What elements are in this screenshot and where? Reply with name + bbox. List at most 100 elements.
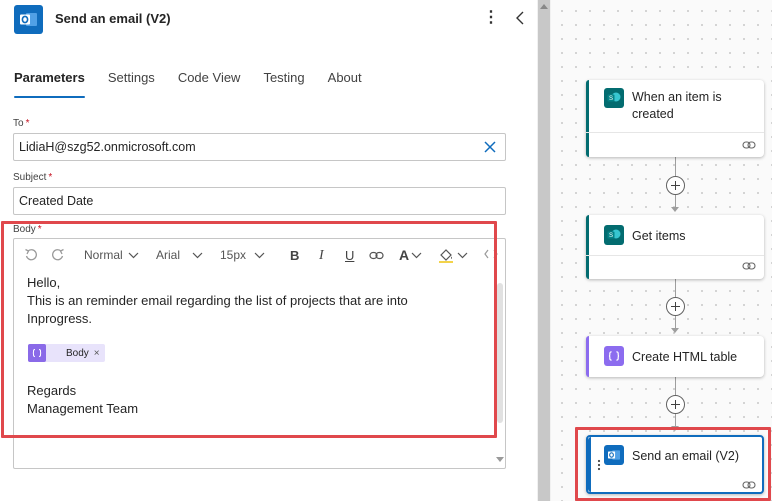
subject-field[interactable]: Created Date xyxy=(13,187,506,215)
editor-scroll-thumb[interactable] xyxy=(497,283,503,423)
subject-label: Subject * xyxy=(13,172,52,183)
link-icon xyxy=(742,262,756,270)
body-label: Body * xyxy=(13,224,42,235)
data-operation-icon xyxy=(604,346,624,366)
tab-parameters[interactable]: Parameters xyxy=(14,70,85,98)
arrow-down-icon xyxy=(671,328,679,333)
tab-about[interactable]: About xyxy=(328,70,362,98)
paint-bucket-icon xyxy=(439,249,453,263)
link-icon xyxy=(369,251,384,260)
redo-icon xyxy=(52,248,64,261)
panel-header: Send an email (V2) ⋮ xyxy=(0,0,537,40)
body-label-text: Body xyxy=(13,224,36,235)
font-size-value: 15px xyxy=(220,248,247,262)
required-mark: * xyxy=(37,224,42,235)
flow-card-send-an-email[interactable]: Send an email (V2) xyxy=(586,435,764,494)
outlook-icon xyxy=(604,445,624,465)
card-title: Get items xyxy=(632,229,686,243)
add-step-button[interactable] xyxy=(666,395,685,414)
card-title: Send an email (V2) xyxy=(632,449,740,463)
collapse-panel-button[interactable] xyxy=(512,8,528,28)
code-view-toggle[interactable] xyxy=(484,249,498,259)
font-family-dropdown[interactable]: Arial xyxy=(156,248,203,262)
chevron-left-icon xyxy=(516,11,524,25)
font-color-dropdown[interactable]: A xyxy=(399,247,422,263)
panel-tabs: Parameters Settings Code View Testing Ab… xyxy=(14,70,385,98)
card-accent xyxy=(588,437,591,492)
editor-line: This is an reminder email regarding the … xyxy=(27,293,408,308)
arrow-down-icon xyxy=(671,207,679,212)
to-field[interactable]: LidiaH@szg52.onmicrosoft.com xyxy=(13,133,506,161)
body-editor[interactable]: Normal Arial 15px B I U A Hello, This is… xyxy=(13,238,506,469)
token-remove-button[interactable]: × xyxy=(94,348,100,359)
add-step-button[interactable] xyxy=(666,297,685,316)
editor-scrollbar[interactable] xyxy=(496,279,504,468)
highlight-color-dropdown[interactable] xyxy=(438,247,468,263)
dynamic-content-token[interactable]: Body × xyxy=(28,344,105,362)
editor-toolbar: Normal Arial 15px B I U A xyxy=(14,239,505,273)
tab-settings[interactable]: Settings xyxy=(108,70,155,98)
underline-button[interactable]: U xyxy=(345,248,354,263)
connector-line xyxy=(675,377,676,396)
scroll-down-arrow-icon[interactable] xyxy=(496,457,504,462)
svg-text:S: S xyxy=(609,233,613,239)
subject-label-text: Subject xyxy=(13,172,47,183)
bold-button[interactable]: B xyxy=(290,248,299,263)
insert-link-button[interactable] xyxy=(369,251,384,260)
redo-button[interactable] xyxy=(51,248,65,262)
drag-handle-icon[interactable] xyxy=(597,459,601,471)
text-style-dropdown[interactable]: Normal xyxy=(84,248,139,262)
chevron-down-icon xyxy=(457,252,468,258)
editor-line: Inprogress. xyxy=(27,311,93,326)
to-field-value: LidiaH@szg52.onmicrosoft.com xyxy=(19,140,196,154)
outlook-icon xyxy=(14,5,43,34)
panel-scrollbar[interactable] xyxy=(537,0,551,501)
text-style-value: Normal xyxy=(84,248,123,262)
arrow-down-icon xyxy=(671,426,679,431)
undo-icon xyxy=(25,248,37,261)
editor-content: Hello, This is an reminder email regardi… xyxy=(27,274,408,328)
editor-line: Management Team xyxy=(27,401,139,416)
svg-text:S: S xyxy=(609,96,613,102)
required-mark: * xyxy=(25,118,30,129)
flow-card-create-html-table[interactable]: Create HTML table xyxy=(586,336,764,377)
flow-card-get-items[interactable]: S Get items xyxy=(586,215,764,279)
font-size-dropdown[interactable]: 15px xyxy=(220,248,265,262)
tab-testing[interactable]: Testing xyxy=(263,70,304,98)
sharepoint-icon: S xyxy=(604,225,624,245)
code-icon xyxy=(484,249,498,259)
panel-title: Send an email (V2) xyxy=(55,11,171,26)
to-label-text: To xyxy=(13,118,24,129)
card-title: When an item is created xyxy=(632,90,722,121)
flow-card-when-an-item-is-created[interactable]: S When an item is created xyxy=(586,80,764,157)
chevron-down-icon xyxy=(128,252,139,258)
to-label: To * xyxy=(13,118,29,129)
editor-line: Hello, xyxy=(27,275,61,290)
card-divider xyxy=(586,255,764,256)
link-icon xyxy=(742,141,756,149)
required-mark: * xyxy=(48,172,53,183)
undo-button[interactable] xyxy=(24,248,38,262)
scroll-up-arrow-icon[interactable] xyxy=(540,4,548,9)
panel-scroll-thumb[interactable] xyxy=(538,0,550,501)
font-family-value: Arial xyxy=(156,248,181,262)
card-divider xyxy=(586,132,764,133)
card-title: Create HTML table xyxy=(632,350,738,364)
connector-line xyxy=(675,157,676,177)
subject-field-value: Created Date xyxy=(19,194,94,208)
chevron-down-icon xyxy=(254,252,265,258)
tab-code-view[interactable]: Code View xyxy=(178,70,241,98)
italic-button[interactable]: I xyxy=(319,248,324,264)
more-options-button[interactable]: ⋮ xyxy=(483,8,499,28)
action-settings-panel: Send an email (V2) ⋮ Parameters Settings… xyxy=(0,0,537,501)
clear-icon[interactable] xyxy=(483,140,497,154)
connector-line xyxy=(675,316,676,328)
chevron-down-icon xyxy=(192,252,203,258)
add-step-button[interactable] xyxy=(666,176,685,195)
data-operation-icon xyxy=(28,344,46,362)
link-icon xyxy=(742,481,756,489)
connector-line xyxy=(675,279,676,298)
editor-line: Regards xyxy=(27,383,77,398)
connector-line xyxy=(675,195,676,207)
card-accent xyxy=(586,215,589,279)
